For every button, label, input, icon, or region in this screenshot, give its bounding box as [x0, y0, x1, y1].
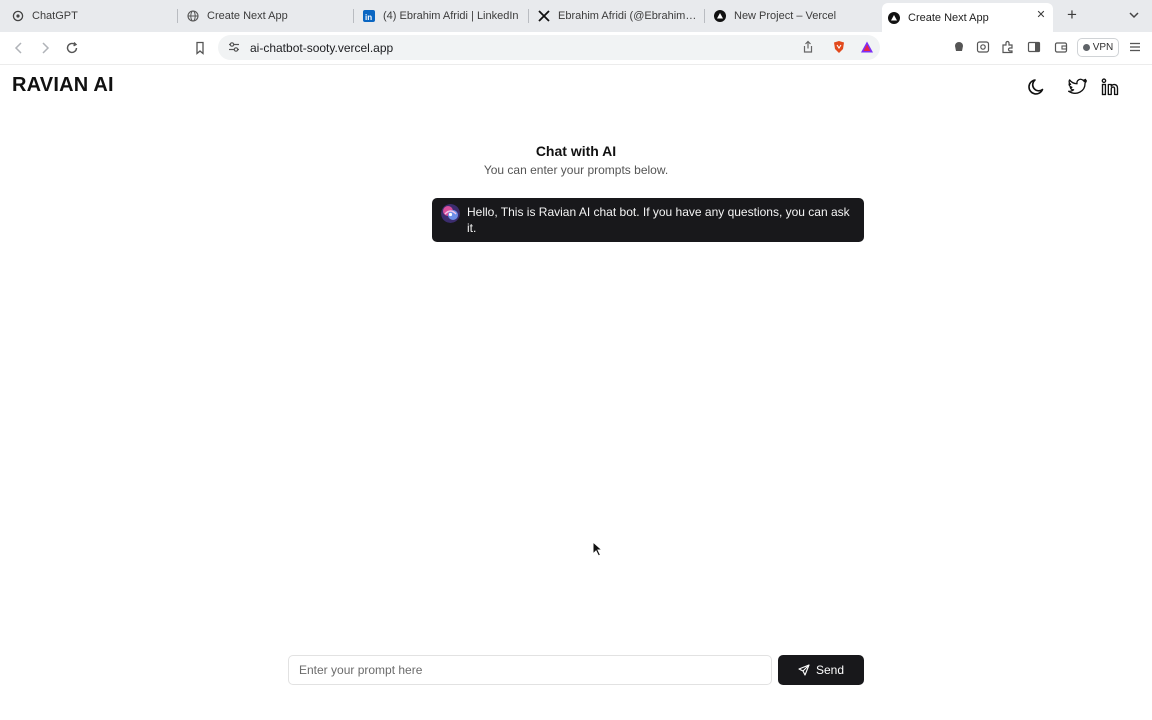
tab-title: (4) Ebrahim Afridi | LinkedIn: [383, 10, 519, 22]
vpn-button[interactable]: VPN: [1077, 38, 1119, 57]
tab-vercel-new-project[interactable]: New Project – Vercel: [708, 4, 874, 28]
tab-create-next-app[interactable]: Create Next App: [181, 4, 347, 28]
forward-icon[interactable]: [37, 40, 53, 56]
chatgpt-icon: [12, 10, 24, 22]
vpn-status-icon: [1082, 44, 1090, 51]
send-label: Send: [815, 663, 845, 677]
tab-title: Ebrahim Afridi (@EbrahimAfridi: [558, 10, 698, 22]
brand-logo[interactable]: RAVIAN AI: [12, 74, 114, 97]
tab-title: Create Next App: [207, 10, 288, 22]
vpn-label: VPN: [1092, 42, 1114, 53]
prompt-input[interactable]: [288, 655, 772, 685]
leo-ai-icon[interactable]: [952, 40, 966, 54]
linkedin-icon: in: [363, 10, 375, 22]
tab-title: ChatGPT: [32, 10, 78, 22]
bot-avatar: [441, 204, 460, 223]
mouse-cursor-icon: [592, 540, 604, 557]
tab-create-next-app-active[interactable]: Create Next App ✕: [882, 3, 1053, 32]
vercel-icon: [714, 10, 726, 22]
menu-icon[interactable]: [1128, 40, 1142, 54]
tab-separator: [528, 9, 529, 23]
tab-chatgpt[interactable]: ChatGPT: [6, 4, 172, 28]
wallet-icon[interactable]: [1054, 40, 1068, 54]
linkedin-icon[interactable]: [1100, 77, 1120, 97]
x-icon: [538, 10, 550, 22]
url-text: ai-chatbot-sooty.vercel.app: [250, 41, 394, 55]
bot-message: Hello, This is Ravian AI chat bot. If yo…: [432, 198, 864, 242]
new-tab-icon[interactable]: +: [1064, 6, 1080, 23]
bookmark-icon[interactable]: [192, 40, 208, 56]
bot-message-text: Hello, This is Ravian AI chat bot. If yo…: [467, 205, 850, 235]
tab-x-profile[interactable]: Ebrahim Afridi (@EbrahimAfridi: [532, 4, 698, 28]
tab-separator: [353, 9, 354, 23]
screenshot-extension-icon[interactable]: [976, 40, 990, 54]
close-icon[interactable]: ✕: [1035, 9, 1047, 21]
browser-tab-strip: ChatGPT Create Next App in (4) Ebrahim A…: [0, 0, 1152, 32]
svg-text:in: in: [365, 13, 372, 22]
twitter-icon[interactable]: [1068, 77, 1088, 97]
globe-icon: [187, 10, 199, 22]
brave-rewards-icon[interactable]: [860, 40, 874, 54]
back-icon[interactable]: [11, 40, 27, 56]
tab-title: New Project – Vercel: [734, 10, 837, 22]
chevron-down-icon[interactable]: [1127, 8, 1141, 22]
tab-separator: [177, 9, 178, 23]
address-bar[interactable]: ai-chatbot-sooty.vercel.app: [218, 35, 880, 60]
send-button[interactable]: Send: [778, 655, 864, 685]
site-settings-icon[interactable]: [227, 40, 241, 54]
tab-separator: [704, 9, 705, 23]
sidebar-icon[interactable]: [1027, 40, 1041, 54]
chat-subtitle: You can enter your prompts below.: [483, 163, 669, 177]
chat-title: Chat with AI: [535, 143, 617, 159]
toolbar-divider: [0, 64, 1152, 65]
brave-shields-icon[interactable]: [832, 40, 846, 54]
extensions-icon[interactable]: [1001, 40, 1015, 54]
send-icon: [798, 664, 810, 676]
share-icon[interactable]: [801, 40, 815, 54]
reload-icon[interactable]: [64, 40, 80, 56]
moon-icon[interactable]: [1027, 77, 1047, 97]
tab-title: Create Next App: [908, 11, 989, 24]
tab-linkedin[interactable]: in (4) Ebrahim Afridi | LinkedIn: [357, 4, 523, 28]
vercel-icon: [888, 11, 900, 24]
